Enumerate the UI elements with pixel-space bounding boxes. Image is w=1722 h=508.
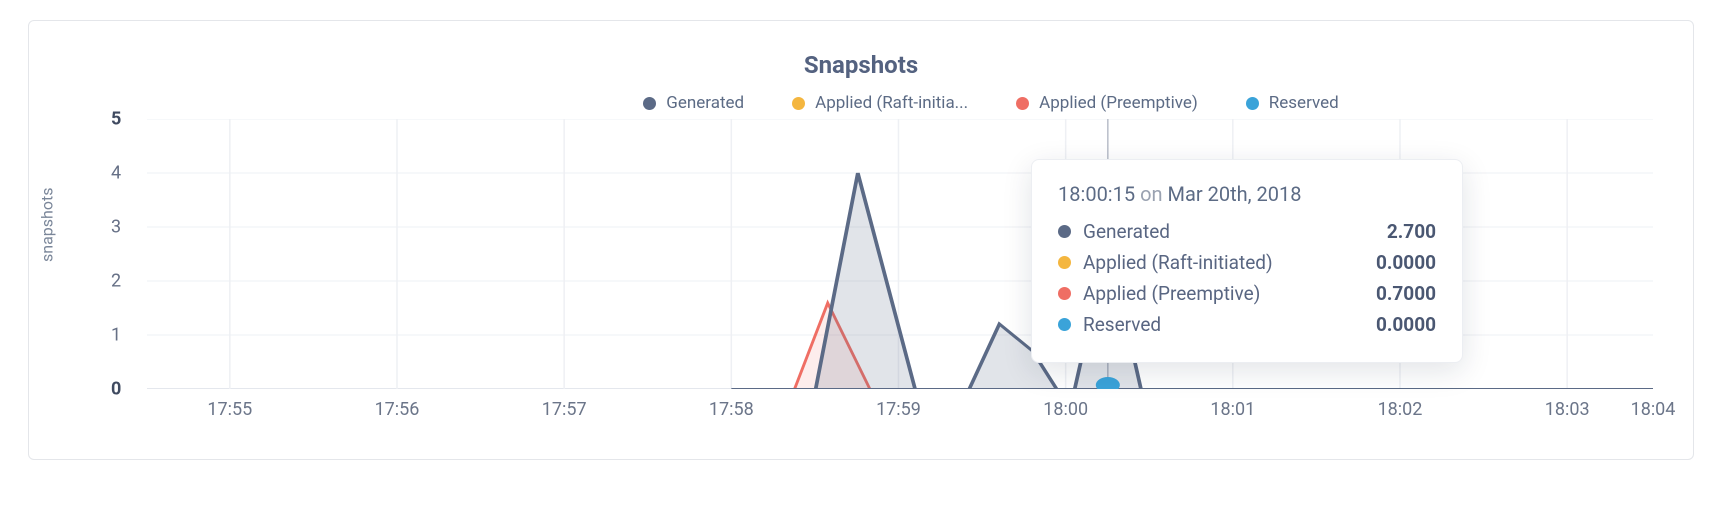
x-tick: 18:00 [1043, 399, 1088, 420]
tooltip-value: 0.0000 [1376, 251, 1436, 274]
legend-dot-icon [792, 97, 805, 110]
tooltip-on: on [1140, 182, 1162, 206]
legend-label: Applied (Raft-initia... [815, 93, 968, 113]
tooltip-label: Reserved [1083, 313, 1161, 336]
legend-label: Applied (Preemptive) [1039, 93, 1198, 113]
x-tick: 17:59 [876, 399, 921, 420]
tooltip-value: 0.0000 [1376, 313, 1436, 336]
y-tick: 4 [111, 163, 121, 184]
x-tick: 18:03 [1545, 399, 1590, 420]
legend-label: Reserved [1269, 93, 1339, 113]
tooltip-date: Mar 20th, 2018 [1168, 182, 1302, 206]
y-tick: 2 [111, 271, 121, 292]
chart-title: Snapshots [59, 51, 1663, 79]
tooltip-label: Applied (Raft-initiated) [1083, 251, 1273, 274]
tooltip-row-applied-raft: Applied (Raft-initiated) 0.0000 [1058, 251, 1436, 274]
x-tick: 17:55 [207, 399, 252, 420]
chart-legend: Generated Applied (Raft-initia... Applie… [319, 93, 1663, 113]
tooltip-dot-icon [1058, 318, 1071, 331]
y-axis-label: snapshots [38, 187, 57, 261]
tooltip-row-reserved: Reserved 0.0000 [1058, 313, 1436, 336]
x-tick: 18:04 [1631, 399, 1676, 420]
legend-dot-icon [1016, 97, 1029, 110]
y-tick: 5 [111, 109, 121, 130]
legend-item-applied-raft[interactable]: Applied (Raft-initia... [792, 93, 968, 113]
tooltip-dot-icon [1058, 225, 1071, 238]
tooltip-time: 18:00:15 [1058, 182, 1135, 206]
x-tick: 18:01 [1210, 399, 1255, 420]
chart-tooltip: 18:00:15 on Mar 20th, 2018 Generated 2.7… [1031, 159, 1463, 363]
legend-dot-icon [643, 97, 656, 110]
x-tick: 17:56 [375, 399, 420, 420]
tooltip-row-applied-preemptive: Applied (Preemptive) 0.7000 [1058, 282, 1436, 305]
legend-item-applied-preemptive[interactable]: Applied (Preemptive) [1016, 93, 1198, 113]
x-tick: 17:57 [542, 399, 587, 420]
legend-label: Generated [666, 93, 744, 113]
x-tick: 18:02 [1378, 399, 1423, 420]
tooltip-dot-icon [1058, 256, 1071, 269]
tooltip-timestamp: 18:00:15 on Mar 20th, 2018 [1058, 182, 1436, 206]
y-tick: 3 [111, 217, 121, 238]
legend-item-generated[interactable]: Generated [643, 93, 744, 113]
tooltip-value: 2.700 [1387, 220, 1436, 243]
tooltip-label: Generated [1083, 220, 1170, 243]
chart-card: Snapshots Generated Applied (Raft-initia… [28, 20, 1694, 460]
y-tick: 0 [111, 379, 121, 400]
legend-dot-icon [1246, 97, 1259, 110]
y-tick: 1 [111, 325, 121, 346]
legend-item-reserved[interactable]: Reserved [1246, 93, 1339, 113]
tooltip-label: Applied (Preemptive) [1083, 282, 1260, 305]
tooltip-value: 0.7000 [1376, 282, 1436, 305]
x-tick: 17:58 [709, 399, 754, 420]
tooltip-dot-icon [1058, 287, 1071, 300]
tooltip-row-generated: Generated 2.700 [1058, 220, 1436, 243]
